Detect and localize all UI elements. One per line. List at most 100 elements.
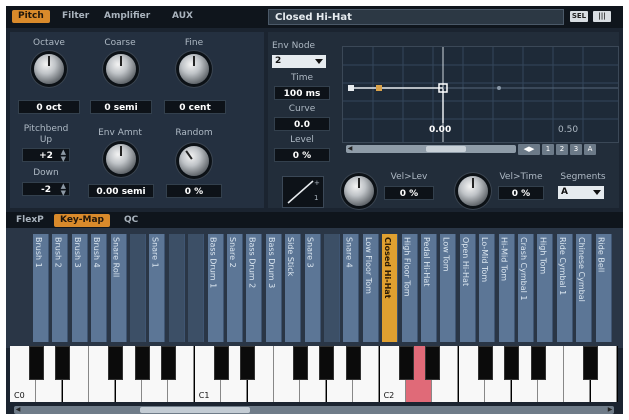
- piano-black-key[interactable]: [398, 346, 414, 380]
- key-slot[interactable]: [188, 234, 205, 342]
- key-slot[interactable]: Snare Roll: [110, 234, 127, 342]
- tab-flexp[interactable]: FlexP: [10, 214, 50, 227]
- key-slot[interactable]: High Tom: [537, 234, 554, 342]
- piano-black-key[interactable]: [345, 346, 361, 380]
- segments-dropdown[interactable]: A: [558, 186, 604, 199]
- key-slot-selected[interactable]: Closed Hi-Hat: [382, 234, 399, 342]
- key-slot[interactable]: [168, 234, 185, 342]
- env-node-3[interactable]: [497, 86, 501, 90]
- time-value[interactable]: 100 ms: [274, 86, 330, 100]
- tab-qc[interactable]: QC: [118, 214, 144, 227]
- level-value[interactable]: 0 %: [274, 148, 330, 162]
- zoom-button[interactable]: ◀▶: [518, 144, 540, 155]
- vel-lev-knob[interactable]: [344, 176, 374, 206]
- random-knob[interactable]: [179, 146, 209, 176]
- key-slot[interactable]: High Floor Tom: [401, 234, 418, 342]
- key-slot[interactable]: Crash Cymbal 1: [518, 234, 534, 342]
- key-slot[interactable]: Hi-Mid Tom: [498, 234, 515, 342]
- key-slot[interactable]: Side Stick: [285, 234, 302, 342]
- sel-icon[interactable]: SEL: [570, 11, 588, 22]
- key-slot[interactable]: Brush 4: [91, 234, 108, 342]
- key-slot[interactable]: Brush 1: [33, 234, 49, 342]
- keyboard-icon[interactable]: |||: [593, 11, 611, 22]
- key-slot[interactable]: [130, 234, 146, 342]
- preset-name-field[interactable]: Closed Hi-Hat: [268, 9, 564, 25]
- vel-time-value[interactable]: 0 %: [498, 186, 544, 200]
- graph-scroll-thumb[interactable]: [426, 146, 466, 152]
- piano-black-key[interactable]: [424, 346, 440, 380]
- piano-keyboard[interactable]: C0 C1 C2: [10, 346, 618, 402]
- piano-black-key[interactable]: [477, 346, 493, 380]
- key-slot[interactable]: Ride Bell: [595, 234, 612, 342]
- fine-knob[interactable]: [179, 54, 209, 84]
- key-slot[interactable]: Bass Drum 2: [246, 234, 263, 342]
- tab-pitch[interactable]: Pitch: [12, 10, 50, 23]
- key-slot-label: Bass Drum 2: [247, 237, 257, 289]
- key-slot[interactable]: Low Floor Tom: [362, 234, 379, 342]
- key-slot[interactable]: [324, 234, 340, 342]
- key-slot[interactable]: Snare 2: [227, 234, 243, 342]
- key-slot[interactable]: Snare 1: [149, 234, 166, 342]
- piano-black-key[interactable]: [213, 346, 229, 380]
- vel-lev-value[interactable]: 0 %: [384, 186, 434, 200]
- key-slot-label: Open Hi-Hat: [460, 237, 470, 287]
- graph-button-1[interactable]: 1: [542, 144, 554, 155]
- fine-value[interactable]: 0 cent: [164, 100, 226, 114]
- env-amnt-knob[interactable]: [106, 144, 136, 174]
- graph-button-2[interactable]: 2: [556, 144, 568, 155]
- pitchbend-up-field[interactable]: +2 ▲ ▼: [22, 148, 70, 163]
- pitchbend-down-field[interactable]: -2 ▲ ▼: [22, 182, 70, 197]
- env-node-1[interactable]: [348, 85, 354, 91]
- curve-value[interactable]: 0.0: [274, 117, 330, 131]
- key-slot[interactable]: Snare 3: [304, 234, 321, 342]
- spin-arrows-icon[interactable]: ▲ ▼: [61, 149, 66, 163]
- piano-black-key[interactable]: [108, 346, 124, 380]
- coarse-value[interactable]: 0 semi: [90, 100, 152, 114]
- spin-arrows-icon[interactable]: ▲ ▼: [61, 183, 66, 197]
- piano-black-key[interactable]: [504, 346, 520, 380]
- key-slot[interactable]: Snare 4: [343, 234, 360, 342]
- scroll-left-icon[interactable]: ◀: [14, 406, 22, 414]
- graph-button-a[interactable]: A: [584, 144, 596, 155]
- piano-black-key[interactable]: [583, 346, 599, 380]
- piano-black-key[interactable]: [530, 346, 546, 380]
- random-value[interactable]: 0 %: [166, 184, 222, 198]
- piano-black-key[interactable]: [240, 346, 256, 380]
- scroll-right-icon[interactable]: ▶: [606, 406, 614, 414]
- octave-value[interactable]: 0 oct: [18, 100, 80, 114]
- key-slot[interactable]: Bass Drum 1: [207, 234, 224, 342]
- tab-filter[interactable]: Filter: [56, 10, 95, 23]
- scroll-thumb[interactable]: [140, 407, 250, 413]
- scroll-left-icon[interactable]: ◀: [346, 145, 354, 153]
- curve-shape-box[interactable]: + 1: [282, 176, 324, 208]
- key-slot[interactable]: Brush 2: [52, 234, 69, 342]
- key-slot[interactable]: Open Hi-Hat: [459, 234, 476, 342]
- env-node-handle[interactable]: [376, 85, 382, 91]
- octave-knob[interactable]: [34, 54, 64, 84]
- key-slot[interactable]: Lo-Mid Tom: [479, 234, 496, 342]
- piano-black-key[interactable]: [292, 346, 308, 380]
- tab-amplifier[interactable]: Amplifier: [98, 10, 156, 23]
- vel-time-knob[interactable]: [458, 176, 488, 206]
- piano-black-key[interactable]: [55, 346, 71, 380]
- graph-scrollbar[interactable]: ◀: [346, 145, 516, 153]
- key-slot[interactable]: Brush 3: [71, 234, 88, 342]
- sampler-window: Pitch Filter Amplifier AUX Closed Hi-Hat…: [6, 6, 623, 414]
- env-amnt-value[interactable]: 0.00 semi: [88, 184, 154, 198]
- piano-black-key[interactable]: [319, 346, 335, 380]
- piano-black-key[interactable]: [134, 346, 150, 380]
- envelope-graph[interactable]: 0.00 0.50: [342, 46, 619, 143]
- piano-black-key[interactable]: [28, 346, 44, 380]
- tab-aux[interactable]: AUX: [166, 10, 199, 23]
- key-slot[interactable]: Bass Drum 3: [265, 234, 282, 342]
- graph-button-3[interactable]: 3: [570, 144, 582, 155]
- tab-key-map[interactable]: Key-Map: [54, 214, 110, 227]
- env-node-dropdown[interactable]: 2: [272, 55, 326, 68]
- key-slot[interactable]: Chinese Cymbal: [576, 234, 593, 342]
- key-slot[interactable]: Low Tom: [440, 234, 457, 342]
- coarse-knob[interactable]: [106, 54, 136, 84]
- key-slot[interactable]: Ride Cymbal 1: [556, 234, 573, 342]
- key-slot[interactable]: Pedal Hi-Hat: [421, 234, 437, 342]
- piano-black-key[interactable]: [160, 346, 176, 380]
- horizontal-scrollbar[interactable]: ◀ ▶: [14, 406, 614, 414]
